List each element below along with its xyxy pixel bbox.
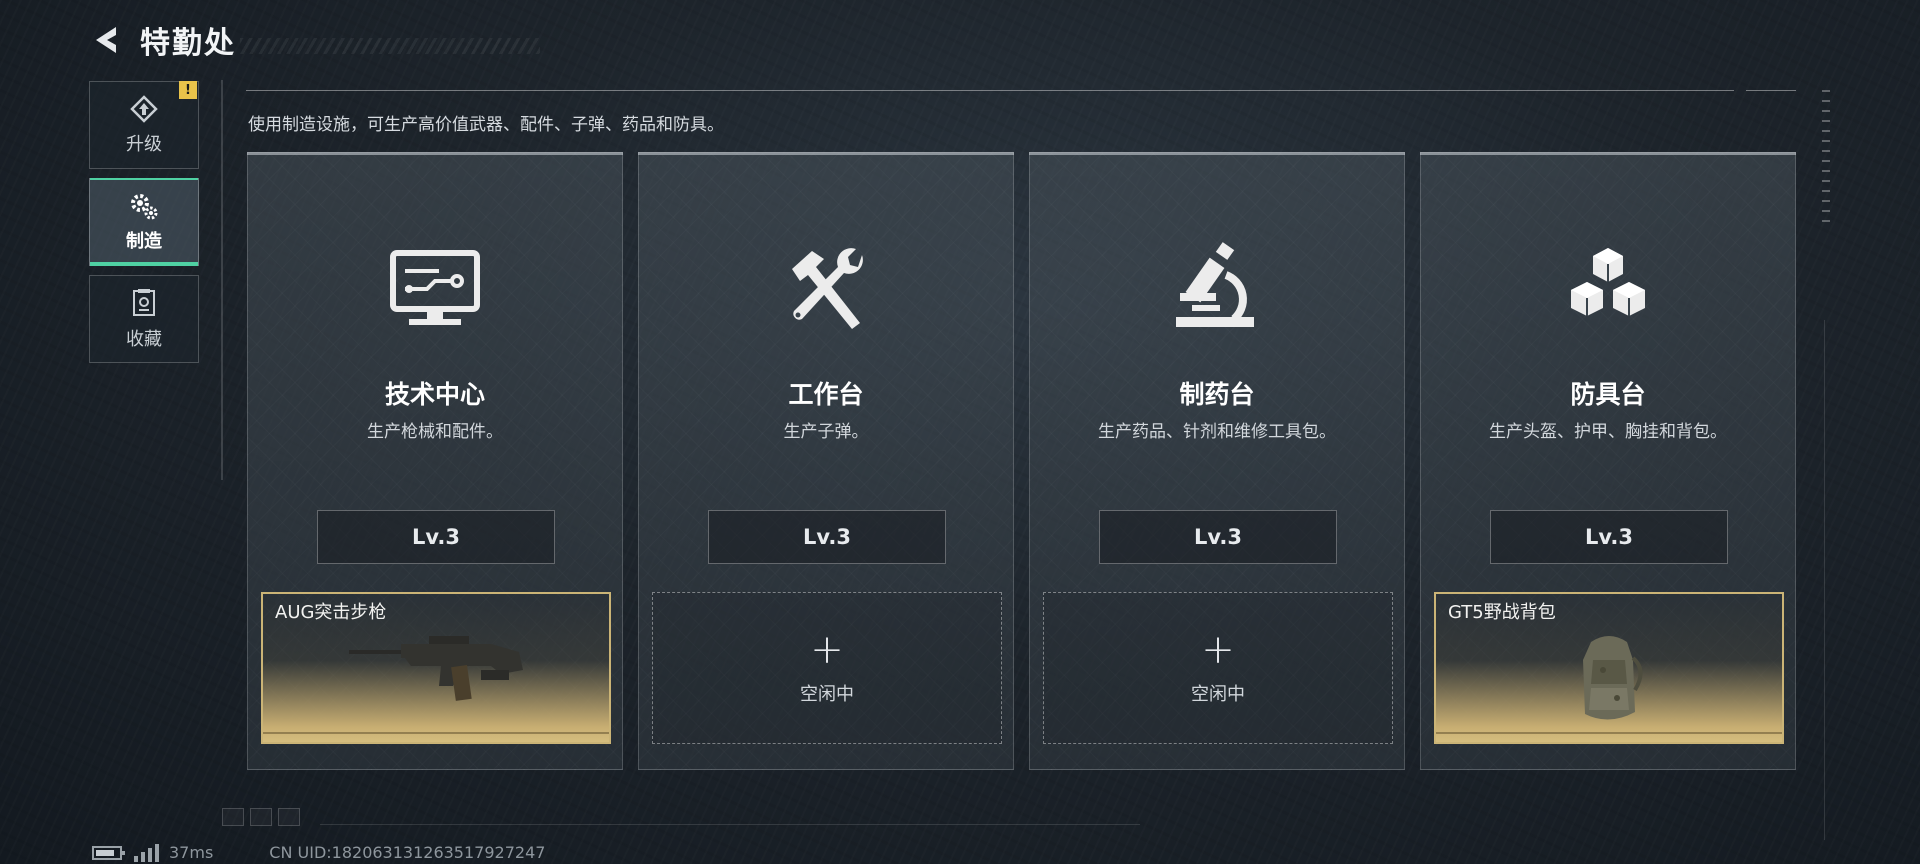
slot-status: 空闲中 — [800, 684, 854, 705]
facility-card-pharmacy[interactable]: 制药台 生产药品、针剂和维修工具包。 Lv.3 + 空闲中 — [1029, 152, 1405, 770]
facility-title: 防具台 — [1570, 380, 1646, 409]
sidebar-item-label: 升级 — [126, 134, 162, 155]
battery-icon — [92, 845, 125, 860]
page-title: 特勤处 — [140, 26, 236, 61]
sidebar: ! 升级 制造 收藏 — [89, 81, 199, 372]
ping-text: 37ms — [169, 843, 214, 862]
divider — [221, 80, 223, 480]
level-badge: Lv.3 — [1490, 510, 1728, 564]
production-slot[interactable]: + 空闲中 — [652, 592, 1002, 744]
back-button[interactable] — [88, 21, 126, 59]
status-bar: 37ms CN UID:1820631312635179272​47 — [92, 843, 545, 862]
divider — [246, 90, 1734, 91]
header: 特勤处 — [88, 18, 236, 62]
facility-subtitle: 生产药品、针剂和维修工具包。 — [1098, 422, 1336, 442]
collection-icon — [133, 289, 155, 316]
level-badge: Lv.3 — [708, 510, 946, 564]
cubes-icon — [1560, 241, 1656, 337]
production-slot[interactable]: AUG突击步枪 — [261, 592, 611, 744]
facility-card-tech-center[interactable]: 技术中心 生产枪械和配件。 Lv.3 AUG突击步枪 — [247, 152, 623, 770]
rifle-icon — [341, 630, 531, 710]
facility-subtitle: 生产头盔、护甲、胸挂和背包。 — [1489, 422, 1727, 442]
facility-card-armor[interactable]: 防具台 生产头盔、护甲、胸挂和背包。 Lv.3 GT5野战背包 — [1420, 152, 1796, 770]
bottom-decor — [222, 808, 300, 826]
slot-item-name: GT5野战背包 — [1448, 602, 1556, 623]
facility-card-workbench[interactable]: 工作台 生产子弹。 Lv.3 + 空闲中 — [638, 152, 1014, 770]
facility-subtitle: 生产枪械和配件。 — [367, 422, 503, 442]
divider — [1746, 90, 1796, 91]
decor-ticks — [1822, 90, 1830, 230]
slot-item-name: AUG突击步枪 — [275, 602, 387, 623]
facility-subtitle: 生产子弹。 — [783, 422, 869, 442]
plus-icon: + — [810, 627, 844, 673]
production-slot[interactable]: GT5野战背包 — [1434, 592, 1784, 744]
facility-title: 工作台 — [788, 380, 864, 409]
slot-status: 空闲中 — [1191, 684, 1245, 705]
microscope-icon — [1169, 241, 1265, 337]
title-decor — [240, 38, 540, 54]
sidebar-item-collection[interactable]: 收藏 — [89, 275, 199, 363]
signal-icon — [134, 843, 159, 862]
divider — [1824, 320, 1825, 840]
level-badge: Lv.3 — [317, 510, 555, 564]
facility-title: 制药台 — [1179, 380, 1255, 409]
gears-icon — [131, 194, 158, 220]
level-badge: Lv.3 — [1099, 510, 1337, 564]
backpack-icon — [1569, 630, 1649, 734]
back-arrow-icon — [96, 27, 116, 53]
upgrade-icon — [130, 95, 158, 123]
sidebar-item-label: 制造 — [126, 231, 162, 252]
production-slot[interactable]: + 空闲中 — [1043, 592, 1393, 744]
alert-badge: ! — [179, 81, 197, 99]
divider — [320, 824, 1140, 825]
page-description: 使用制造设施，可生产高价值武器、配件、子弹、药品和防具。 — [248, 115, 724, 135]
sidebar-item-upgrade[interactable]: ! 升级 — [89, 81, 199, 169]
facility-cards: 技术中心 生产枪械和配件。 Lv.3 AUG突击步枪 工作台 生产子弹。 Lv.… — [247, 152, 1796, 770]
sidebar-item-label: 收藏 — [126, 329, 162, 350]
plus-icon: + — [1201, 627, 1235, 673]
sidebar-item-craft[interactable]: 制造 — [89, 178, 199, 266]
uid-text: CN UID:1820631312635179272​47 — [269, 843, 546, 862]
hammer-wrench-icon — [778, 241, 874, 337]
facility-title: 技术中心 — [384, 380, 485, 409]
monitor-circuit-icon — [387, 241, 483, 337]
